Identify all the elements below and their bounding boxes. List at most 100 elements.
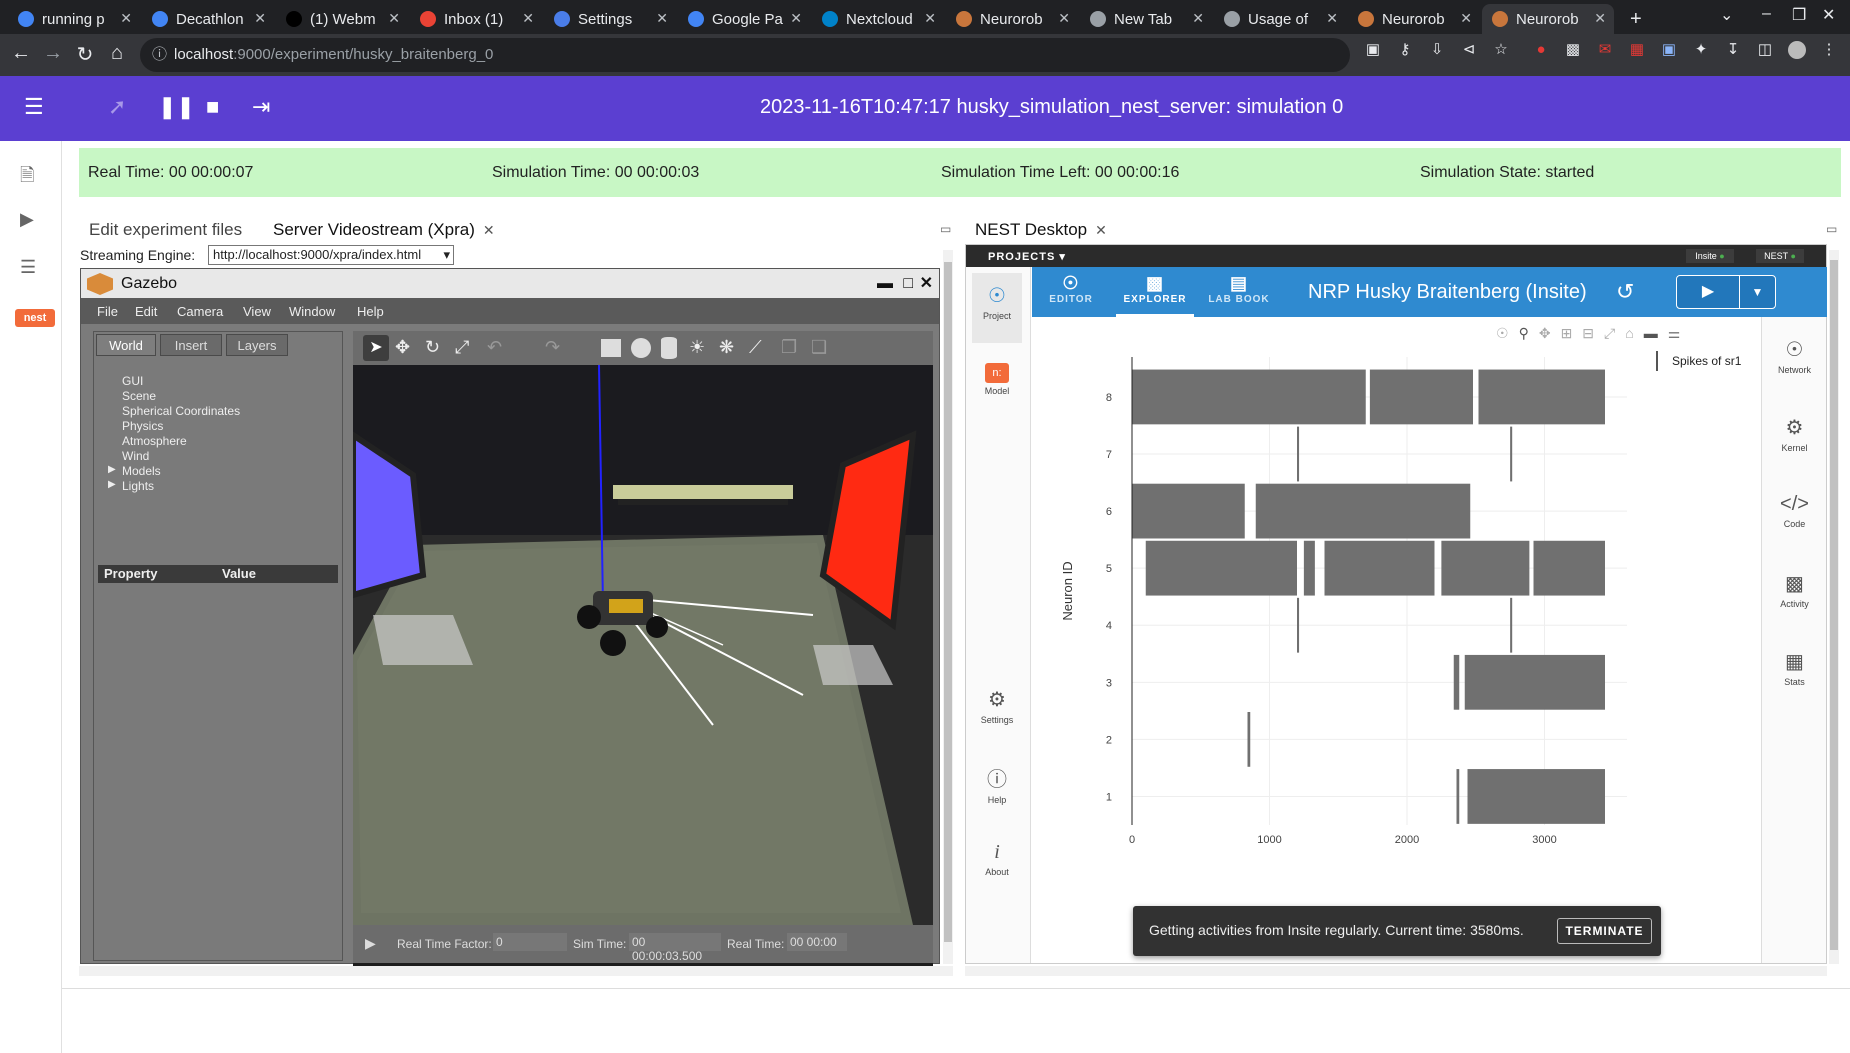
vertical-scrollbar[interactable] [943, 250, 953, 964]
zoom-icon[interactable]: ⚲ [1519, 325, 1539, 341]
zoom-out-icon[interactable]: ⊟ [1582, 325, 1604, 341]
streaming-engine-select[interactable]: http://localhost:9000/xpra/index.html ▾ [208, 245, 454, 265]
browser-tab[interactable]: New Tab ✕ [1080, 4, 1212, 34]
menu-edit[interactable]: Edit [135, 304, 157, 319]
bookmark-star-icon[interactable]: ☆ [1492, 41, 1510, 59]
simulate-button[interactable]: ▶ ▼ [1676, 275, 1776, 309]
menu-file[interactable]: File [97, 304, 118, 319]
hover-closest-icon[interactable]: ▬ [1644, 325, 1668, 341]
tree-item-scene[interactable]: Scene [122, 389, 156, 403]
vertical-scrollbar[interactable] [1829, 250, 1839, 964]
nest-logo[interactable]: nest [15, 309, 55, 327]
tab-edit-experiment-files[interactable]: Edit experiment files [89, 220, 242, 240]
tree-item-spherical-coordinates[interactable]: Spherical Coordinates [122, 404, 240, 418]
tab-close-icon[interactable]: ✕ [1192, 10, 1204, 27]
tab-close-icon[interactable]: ✕ [924, 10, 936, 27]
point-light-icon[interactable]: ☀ [689, 337, 705, 358]
maximize-icon[interactable]: ▭ [1826, 222, 1837, 236]
browser-tab[interactable]: Settings ✕ [544, 4, 676, 34]
sidebar-item-network[interactable]: ☉ Network [1762, 337, 1827, 375]
stop-icon[interactable]: ■ [206, 94, 219, 120]
list-icon[interactable]: ☰ [20, 257, 36, 278]
browser-tab[interactable]: running p ✕ [8, 4, 140, 34]
menu-camera[interactable]: Camera [177, 304, 223, 319]
browser-tab[interactable]: Neurorob ✕ [1348, 4, 1480, 34]
rotate-icon[interactable]: ↻ [425, 337, 440, 358]
sphere-shape-icon[interactable] [631, 338, 651, 358]
sidebar-item-project[interactable]: ☉ Project [972, 273, 1022, 343]
extension-red-icon[interactable]: ● [1532, 41, 1550, 59]
tab-world[interactable]: World [96, 334, 156, 356]
minimize-icon[interactable]: ▬ [877, 269, 893, 298]
gazebo-3d-view[interactable]: ➤ ✥ ↻ ⤢ ↶ ↷ ☀ ❋ ⟋ ❐ ❑ [353, 331, 933, 967]
profile-avatar[interactable] [1788, 41, 1806, 59]
extension-blue-icon[interactable]: ▣ [1660, 41, 1678, 59]
box-shape-icon[interactable] [601, 339, 621, 357]
scale-icon[interactable]: ⤢ [455, 337, 469, 358]
new-tab-button[interactable]: + [1620, 4, 1650, 34]
address-bar[interactable]: ⓘ localhost:9000/experiment/husky_braiten… [140, 38, 1350, 72]
maximize-icon[interactable]: □ [903, 269, 913, 298]
camera-icon[interactable]: ☉ [1496, 325, 1519, 341]
sidebar-item-about[interactable]: i About [972, 841, 1022, 877]
close-icon[interactable]: ✕ [1095, 222, 1107, 238]
tab-close-icon[interactable]: ✕ [790, 10, 802, 27]
expand-arrow-icon[interactable]: ▶ [108, 479, 116, 490]
window-minimize-icon[interactable]: – [1762, 5, 1771, 23]
terminate-button[interactable]: TERMINATE [1557, 918, 1652, 944]
browser-menu-icon[interactable]: ⋮ [1820, 41, 1838, 59]
video-icon[interactable]: ▶ [20, 209, 34, 230]
forward-icon[interactable]: → [40, 42, 66, 65]
pan-icon[interactable]: ✥ [1539, 325, 1561, 341]
browser-tab[interactable]: Neurorob ✕ [1482, 4, 1614, 34]
extension-m-icon[interactable]: ▦ [1628, 41, 1646, 59]
spot-light-icon[interactable]: ❋ [719, 337, 734, 358]
tab-close-icon[interactable]: ✕ [1058, 10, 1070, 27]
launch-icon[interactable]: ➚ [108, 94, 126, 120]
tab-close-icon[interactable]: ✕ [1326, 10, 1338, 27]
horizontal-scrollbar[interactable] [79, 966, 953, 976]
tab-close-icon[interactable]: ✕ [120, 10, 132, 27]
share-icon[interactable]: ⊲ [1460, 41, 1478, 59]
tree-item-gui[interactable]: GUI [122, 374, 143, 388]
close-icon[interactable]: ✕ [483, 222, 495, 238]
back-icon[interactable]: ← [8, 42, 34, 65]
tab-editor[interactable]: ☉ EDITOR [1032, 273, 1110, 305]
exit-icon[interactable]: ⇥ [252, 94, 270, 120]
copy-icon[interactable]: ❐ [781, 337, 797, 358]
download-icon[interactable]: ↧ [1724, 41, 1742, 59]
key-icon[interactable]: ⚷ [1396, 41, 1414, 59]
window-restore-icon[interactable]: ❐ [1792, 5, 1806, 25]
projects-menu[interactable]: PROJECTS ▾ [988, 250, 1066, 263]
directional-light-icon[interactable]: ⟋ [749, 337, 762, 358]
close-icon[interactable]: ✕ [920, 269, 933, 298]
tree-item-physics[interactable]: Physics [122, 419, 163, 433]
history-icon[interactable]: ↺ [1616, 279, 1634, 305]
reset-axes-icon[interactable]: ⌂ [1625, 325, 1643, 341]
menu-window[interactable]: Window [289, 304, 335, 319]
browser-tab[interactable]: Usage of ✕ [1214, 4, 1346, 34]
zoom-in-icon[interactable]: ⊞ [1561, 325, 1583, 341]
sidepanel-icon[interactable]: ◫ [1756, 41, 1774, 59]
cylinder-shape-icon[interactable] [661, 337, 677, 359]
cast-icon[interactable]: ▣ [1364, 41, 1382, 59]
undo-icon[interactable]: ↶ [487, 337, 502, 358]
gmail-extension-icon[interactable]: ✉ [1596, 41, 1614, 59]
tab-layers[interactable]: Layers [226, 334, 288, 356]
paste-icon[interactable]: ❑ [811, 337, 827, 358]
maximize-icon[interactable]: ▭ [940, 222, 951, 236]
horizontal-scrollbar[interactable] [965, 966, 1827, 976]
sidebar-item-model[interactable]: n: Model [972, 363, 1022, 396]
play-icon[interactable]: ▶ [365, 935, 376, 952]
browser-tab[interactable]: Nextcloud ✕ [812, 4, 944, 34]
reload-icon[interactable]: ↻ [72, 42, 98, 67]
tab-close-icon[interactable]: ✕ [1460, 10, 1472, 27]
tab-nest-desktop[interactable]: NEST Desktop ✕ [975, 220, 1107, 240]
tab-close-icon[interactable]: ✕ [1594, 10, 1606, 27]
tab-explorer[interactable]: ▩ EXPLORER [1116, 273, 1194, 317]
menu-view[interactable]: View [243, 304, 271, 319]
tree-item-models[interactable]: ▶ Models [108, 464, 161, 478]
spike-raster-chart[interactable]: 0 1000 2000 3000 1 2 3 4 5 6 7 8 Neuron ID Spikes of … [1032, 345, 1761, 865]
expand-arrow-icon[interactable]: ▶ [108, 464, 116, 475]
select-arrow-icon[interactable]: ➤ [363, 335, 389, 361]
